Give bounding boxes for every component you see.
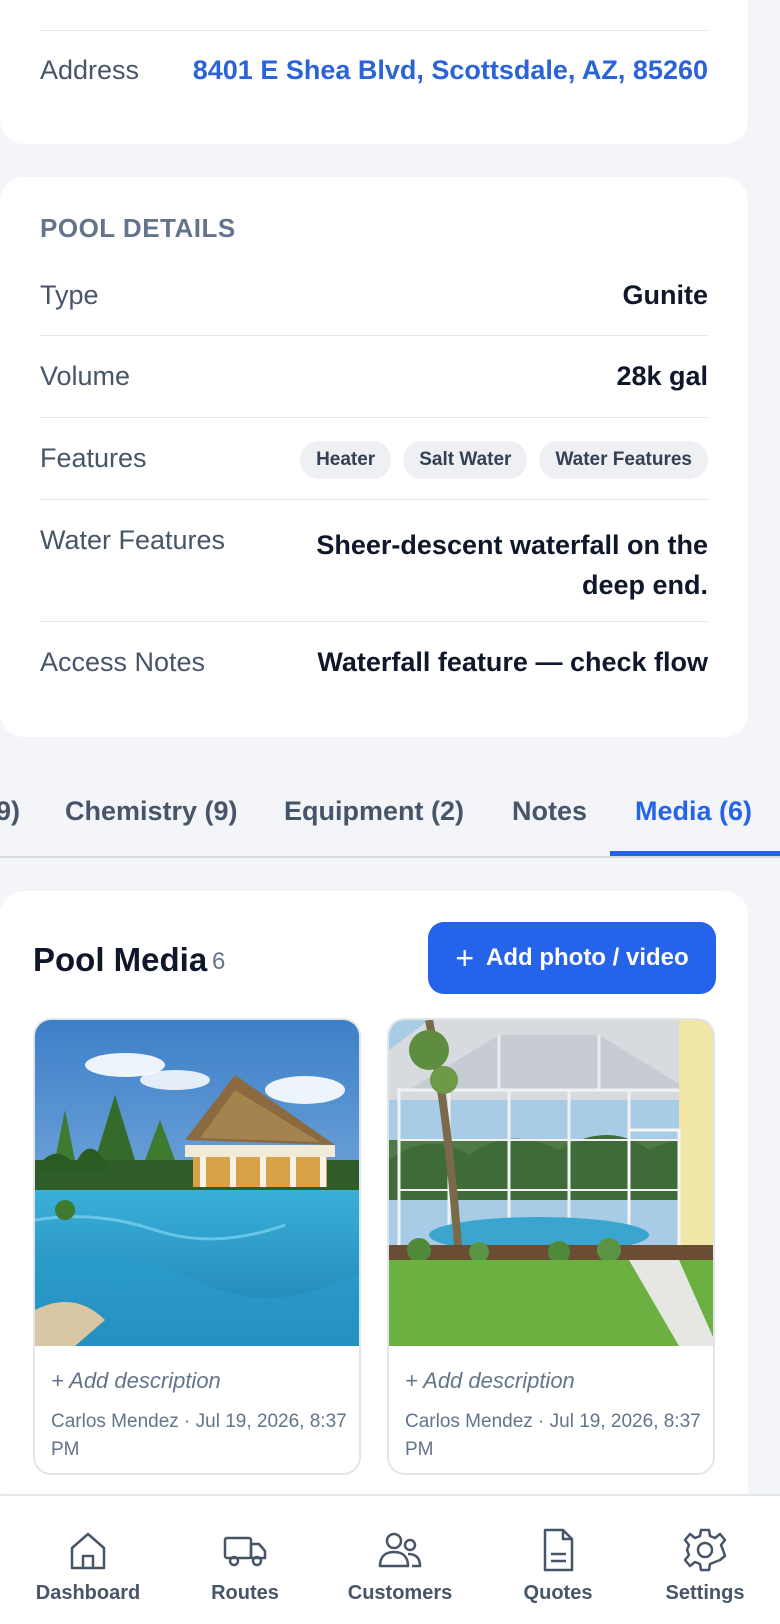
media-title: Pool Media — [33, 941, 208, 978]
tab-chemistry[interactable]: Chemistry (9) — [65, 796, 238, 827]
media-item[interactable]: + Add description Carlos Mendez · Jul 19… — [33, 1018, 361, 1475]
media-item[interactable]: + Add description Carlos Mendez · Jul 19… — [387, 1018, 715, 1475]
tab-bar: 9) Chemistry (9) Equipment (2) Notes Med… — [0, 770, 780, 858]
divider — [40, 621, 708, 622]
feature-chip: Salt Water — [403, 441, 528, 479]
add-photo-video-label: Add photo / video — [486, 944, 689, 971]
nav-label: Quotes — [523, 1582, 593, 1604]
divider — [40, 499, 708, 500]
tab-media[interactable]: Media (6) — [635, 796, 752, 827]
truck-icon — [223, 1536, 267, 1567]
divider — [40, 417, 708, 418]
media-meta: Carlos Mendez · Jul 19, 2026, 8:37 PM — [405, 1411, 701, 1460]
pool-media-card: Pool Media 6 + Add photo / video + Add d… — [0, 891, 748, 1511]
nav-customers[interactable]: Customers — [322, 1496, 478, 1624]
address-link[interactable]: 8401 E Shea Blvd, Scottsdale, AZ, 85260 — [193, 55, 708, 86]
nav-settings[interactable]: Settings — [627, 1496, 780, 1624]
feature-chip: Water Features — [539, 441, 708, 479]
gear-icon — [683, 1528, 727, 1572]
add-description-link[interactable]: + Add description — [405, 1368, 575, 1394]
features-label: Features — [40, 443, 147, 473]
divider — [40, 30, 708, 31]
media-thumbnail[interactable] — [35, 1020, 359, 1346]
type-value: Gunite — [622, 280, 709, 310]
volume-value: 28k gal — [616, 361, 708, 391]
nav-label: Settings — [665, 1582, 745, 1604]
nav-label: Customers — [347, 1582, 453, 1604]
contact-card: Address 8401 E Shea Blvd, Scottsdale, AZ… — [0, 0, 748, 144]
pool-details-card: POOL DETAILS Type Gunite Volume 28k gal … — [0, 177, 748, 737]
water-features-label: Water Features — [40, 525, 226, 555]
water-features-line: deep end. — [581, 570, 708, 600]
access-notes-label: Access Notes — [40, 647, 206, 677]
media-count: 6 — [212, 948, 226, 975]
add-description-link[interactable]: + Add description — [51, 1368, 221, 1394]
nav-routes[interactable]: Routes — [167, 1496, 323, 1624]
tab-bar-border — [0, 856, 780, 858]
divider — [40, 335, 708, 336]
nav-label: Dashboard — [35, 1582, 141, 1604]
tab-notes[interactable]: Notes — [512, 796, 587, 827]
tab-equipment[interactable]: Equipment (2) — [284, 796, 464, 827]
feature-chips: Heater Salt Water Water Features — [300, 441, 708, 479]
water-features-line: Sheer-descent waterfall on the — [316, 530, 708, 560]
home-icon — [70, 1532, 106, 1570]
document-icon — [543, 1528, 574, 1572]
address-label: Address — [40, 55, 140, 85]
bottom-nav: Dashboard Routes Customers Quotes Settin… — [0, 1494, 780, 1624]
nav-label: Routes — [211, 1582, 279, 1604]
section-title: POOL DETAILS — [40, 213, 236, 243]
volume-label: Volume — [40, 361, 131, 391]
tab-partial[interactable]: 9) — [0, 796, 20, 827]
nav-dashboard[interactable]: Dashboard — [10, 1496, 166, 1624]
add-photo-video-button[interactable]: + Add photo / video — [428, 922, 716, 994]
access-notes-value: Waterfall feature — check flow — [317, 647, 708, 677]
feature-chip: Heater — [300, 441, 392, 479]
active-tab-indicator — [610, 851, 780, 856]
media-thumbnail[interactable] — [389, 1020, 713, 1346]
water-features-value: Sheer-descent waterfall on the deep end. — [316, 525, 708, 605]
users-icon — [378, 1532, 422, 1568]
type-label: Type — [40, 280, 99, 310]
plus-icon: + — [455, 940, 475, 976]
media-meta: Carlos Mendez · Jul 19, 2026, 8:37 PM — [51, 1411, 347, 1460]
nav-quotes[interactable]: Quotes — [480, 1496, 636, 1624]
